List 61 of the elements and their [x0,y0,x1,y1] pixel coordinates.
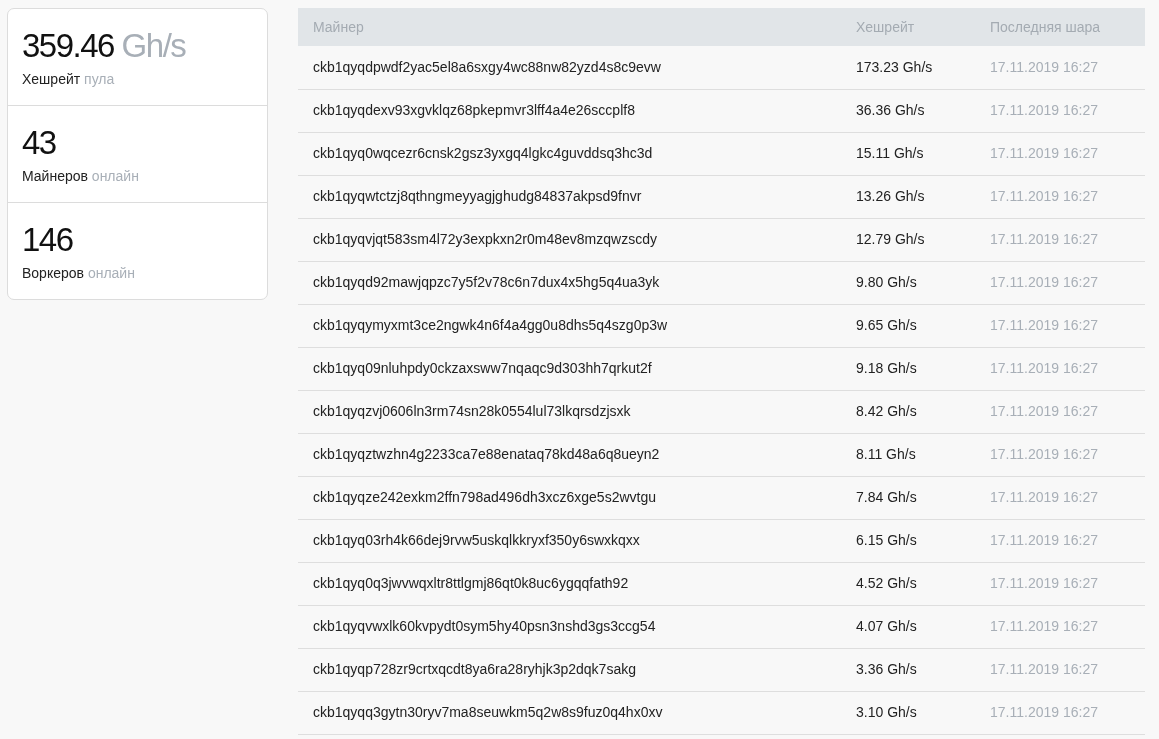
miner-address: ckb1qyqvwxlk60kvpydt0sym5hy40psn3nshd3gs3ccg54 [298,605,841,648]
last-share-time: 17.11.2019 16:27 [975,347,1145,390]
column-header: Последняя шара [975,8,1145,46]
miner-address: ckb1qyq0wqcezr6cnsk2gsz3yxgq4lgkc4guvddsq3hc3d [298,132,841,175]
last-share-time: 17.11.2019 16:27 [975,132,1145,175]
hashrate-cell: 6.15 Gh/s [841,519,975,562]
hashrate-cell: 8.11 Gh/s [841,433,975,476]
miner-address: ckb1qyqdpwdf2yac5el8a6sxgy4wc88nw82yzd4s8c9evw [298,46,841,89]
stat-label: Воркеров [22,265,84,281]
stat-label: Майнеров [22,168,88,184]
stat-label-muted: онлайн [87,265,135,281]
hashrate-cell: 9.18 Gh/s [841,347,975,390]
last-share-time: 17.11.2019 16:27 [975,261,1145,304]
miner-address: ckb1qyqp728zr9crtxqcdt8ya6ra28ryhjk3p2dqk7sakg [298,648,841,691]
miner-address: ckb1qyqwtctzj8qthngmeyyagjghudg84837akpsd9fnvr [298,175,841,218]
hashrate-cell: 8.42 Gh/s [841,390,975,433]
miner-address: ckb1qyqd92mawjqpzc7y5f2v78c6n7dux4x5hg5q4ua3yk [298,261,841,304]
miner-address: ckb1qyqvjqt583sm4l72y3expkxn2r0m48ev8mzqwzscdy [298,218,841,261]
miner-address: ckb1qyq09nluhpdy0ckzaxsww7nqaqc9d303hh7qrkut2f [298,347,841,390]
stat-value: 43 [22,124,56,161]
hashrate-cell: 36.36 Gh/s [841,89,975,132]
stat-value: 359.46 [22,27,114,64]
hashrate-cell: 13.26 Gh/s [841,175,975,218]
miner-address: ckb1qyq0q3jwvwqxltr8ttlgmj86qt0k8uc6ygqqfath92 [298,562,841,605]
miner-address: ckb1qyqzvj0606ln3rm74sn28k0554lul73lkqrsdzjsxk [298,390,841,433]
last-share-time: 17.11.2019 16:27 [975,433,1145,476]
hashrate-cell: 9.65 Gh/s [841,304,975,347]
hashrate-cell: 7.84 Gh/s [841,476,975,519]
last-share-time: 17.11.2019 16:27 [975,519,1145,562]
hashrate-cell: 4.07 Gh/s [841,605,975,648]
last-share-time: 17.11.2019 16:27 [975,476,1145,519]
last-share-time: 17.11.2019 16:27 [975,175,1145,218]
miner-address: ckb1qyq03rh4k66dej9rvw5uskqlkkryxf350y6swxkqxx [298,519,841,562]
column-header: Хешрейт [841,8,975,46]
last-share-time: 17.11.2019 16:27 [975,89,1145,132]
last-share-time: 17.11.2019 16:27 [975,691,1145,734]
miner-address: ckb1qyqze242exkm2ffn798ad496dh3xcz6xge5s2wvtgu [298,476,841,519]
hashrate-cell: 173.23 Gh/s [841,46,975,89]
hashrate-cell: 3.10 Gh/s [841,691,975,734]
miner-address: ckb1qyqdexv93xgvklqz68pkepmvr3lff4a4e26sccplf8 [298,89,841,132]
hashrate-cell: 15.11 Gh/s [841,132,975,175]
stat-label-muted: пула [84,71,115,87]
hashrate-cell: 4.52 Gh/s [841,562,975,605]
last-share-time: 17.11.2019 16:27 [975,648,1145,691]
miner-address: ckb1qyqq3gytn30ryv7ma8seuwkm5q2w8s9fuz0q4hx0xv [298,691,841,734]
last-share-time: 17.11.2019 16:27 [975,304,1145,347]
last-share-time: 17.11.2019 16:27 [975,46,1145,89]
hashrate-cell: 3.36 Gh/s [841,648,975,691]
column-header: Майнер [298,8,841,46]
stat-value: 146 [22,221,73,258]
miner-address: ckb1qyqztwzhn4g2233ca7e88enataq78kd48a6q8ueyn2 [298,433,841,476]
stat-label-muted: онлайн [91,168,139,184]
last-share-time: 17.11.2019 16:27 [975,605,1145,648]
last-share-time: 17.11.2019 16:27 [975,390,1145,433]
last-share-time: 17.11.2019 16:27 [975,562,1145,605]
miner-address: ckb1qyqymyxmt3ce2ngwk4n6f4a4gg0u8dhs5q4szg0p3w [298,304,841,347]
stat-label: Хешрейт [22,71,81,87]
stat-unit: Gh/s [121,27,186,64]
hashrate-cell: 12.79 Gh/s [841,218,975,261]
hashrate-cell: 9.80 Gh/s [841,261,975,304]
last-share-time: 17.11.2019 16:27 [975,218,1145,261]
